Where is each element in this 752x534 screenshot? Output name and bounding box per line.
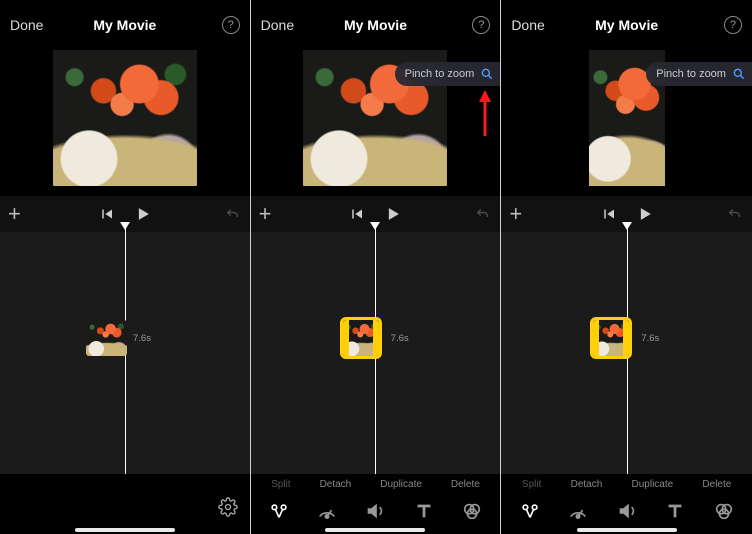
edit-toolbar bbox=[501, 494, 752, 528]
video-clip-selected[interactable] bbox=[343, 320, 379, 356]
preview-video-frame[interactable] bbox=[53, 50, 197, 186]
done-button[interactable]: Done bbox=[261, 17, 294, 33]
panel-2: Done My Movie ? Pinch to zoom + bbox=[251, 0, 502, 534]
add-media-button[interactable]: + bbox=[259, 201, 272, 227]
timeline[interactable]: 7.6s bbox=[251, 232, 501, 474]
actions-tool-button[interactable] bbox=[519, 500, 541, 522]
skip-start-button[interactable] bbox=[97, 205, 115, 223]
timeline[interactable]: 7.6s bbox=[501, 232, 752, 474]
split-label: Split bbox=[271, 479, 290, 490]
play-button[interactable] bbox=[635, 204, 655, 224]
actions-tool-button[interactable] bbox=[268, 500, 290, 522]
delete-label: Delete bbox=[451, 479, 480, 490]
titles-tool-button[interactable] bbox=[413, 500, 435, 522]
settings-corner bbox=[218, 497, 238, 522]
duplicate-label: Duplicate bbox=[380, 479, 422, 490]
clip-action-labels: Split Detach Duplicate Delete bbox=[251, 479, 501, 490]
video-clip[interactable] bbox=[86, 320, 127, 356]
help-button[interactable]: ? bbox=[472, 16, 490, 34]
edit-toolbar bbox=[251, 494, 501, 528]
detach-label: Detach bbox=[571, 479, 603, 490]
undo-button[interactable] bbox=[726, 205, 744, 223]
titles-tool-button[interactable] bbox=[664, 500, 686, 522]
pinch-to-zoom-label: Pinch to zoom bbox=[405, 68, 475, 80]
filters-tool-button[interactable] bbox=[713, 500, 735, 522]
magnifier-icon bbox=[480, 67, 494, 81]
home-indicator[interactable] bbox=[577, 528, 677, 532]
pinch-to-zoom-tooltip[interactable]: Pinch to zoom bbox=[646, 62, 752, 86]
annotation-arrow bbox=[478, 90, 492, 141]
home-indicator[interactable] bbox=[325, 528, 425, 532]
pinch-to-zoom-tooltip[interactable]: Pinch to zoom bbox=[395, 62, 501, 86]
clip-duration-label: 7.6s bbox=[133, 333, 151, 344]
pinch-to-zoom-label: Pinch to zoom bbox=[656, 68, 726, 80]
top-bar: Done My Movie ? bbox=[251, 0, 501, 50]
panel-1: Done My Movie ? + 7.6s bbox=[0, 0, 251, 534]
skip-start-button[interactable] bbox=[347, 205, 365, 223]
screenshot-triptych: Done My Movie ? + 7.6s bbox=[0, 0, 752, 534]
video-clip-selected[interactable] bbox=[593, 320, 629, 356]
filters-tool-button[interactable] bbox=[461, 500, 483, 522]
volume-tool-button[interactable] bbox=[364, 500, 386, 522]
detach-label: Detach bbox=[320, 479, 352, 490]
clip-track: 7.6s bbox=[501, 320, 752, 356]
clip-duration-label: 7.6s bbox=[641, 333, 659, 344]
skip-start-button[interactable] bbox=[599, 205, 617, 223]
project-title: My Movie bbox=[595, 17, 658, 33]
speed-tool-button[interactable] bbox=[567, 500, 589, 522]
undo-button[interactable] bbox=[474, 205, 492, 223]
clip-track: 7.6s bbox=[251, 320, 501, 356]
preview-area[interactable]: Pinch to zoom bbox=[501, 50, 752, 196]
preview-area[interactable] bbox=[0, 50, 250, 196]
panel-3: Done My Movie ? Pinch to zoom + 7.6s bbox=[501, 0, 752, 534]
settings-button[interactable] bbox=[218, 497, 238, 517]
top-bar: Done My Movie ? bbox=[501, 0, 752, 50]
project-title: My Movie bbox=[344, 17, 407, 33]
duplicate-label: Duplicate bbox=[632, 479, 674, 490]
undo-button[interactable] bbox=[224, 205, 242, 223]
done-button[interactable]: Done bbox=[511, 17, 544, 33]
help-button[interactable]: ? bbox=[222, 16, 240, 34]
help-button[interactable]: ? bbox=[724, 16, 742, 34]
add-media-button[interactable]: + bbox=[8, 201, 21, 227]
play-button[interactable] bbox=[133, 204, 153, 224]
volume-tool-button[interactable] bbox=[616, 500, 638, 522]
done-button[interactable]: Done bbox=[10, 17, 43, 33]
speed-tool-button[interactable] bbox=[316, 500, 338, 522]
clip-duration-label: 7.6s bbox=[391, 333, 409, 344]
split-label: Split bbox=[522, 479, 541, 490]
play-button[interactable] bbox=[383, 204, 403, 224]
project-title: My Movie bbox=[93, 17, 156, 33]
add-media-button[interactable]: + bbox=[509, 201, 522, 227]
magnifier-icon bbox=[732, 67, 746, 81]
clip-action-labels: Split Detach Duplicate Delete bbox=[501, 479, 752, 490]
clip-track: 7.6s bbox=[0, 320, 250, 356]
home-indicator[interactable] bbox=[75, 528, 175, 532]
preview-area[interactable]: Pinch to zoom bbox=[251, 50, 501, 196]
top-bar: Done My Movie ? bbox=[0, 0, 250, 50]
timeline[interactable]: 7.6s bbox=[0, 232, 250, 474]
delete-label: Delete bbox=[702, 479, 731, 490]
